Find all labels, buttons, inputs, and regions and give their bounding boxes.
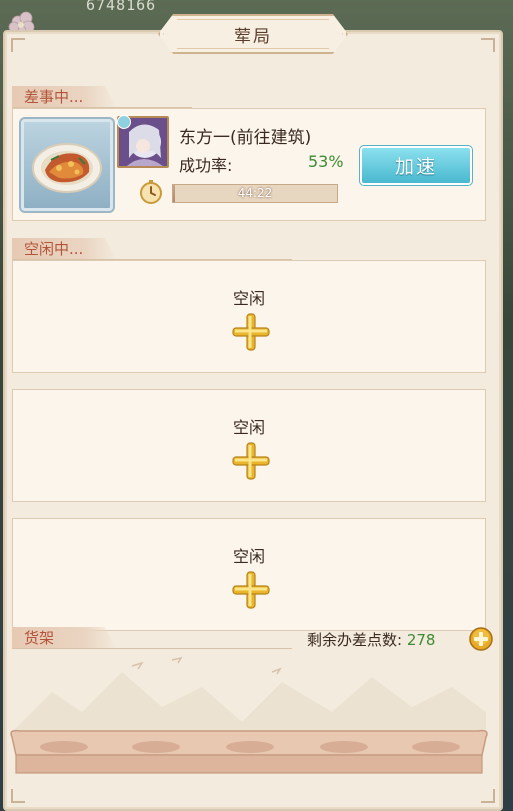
stopwatch-icon (140, 180, 162, 204)
idle-slot-label: 空闲 (232, 418, 265, 437)
window-title: 荤局 (234, 26, 272, 47)
idle-slot-1[interactable]: 空闲 (12, 260, 486, 373)
dish-icon (32, 143, 102, 193)
idle-slot-label: 空闲 (232, 289, 265, 308)
idle-slot-3[interactable]: 空闲 (12, 518, 486, 631)
shelf-board (10, 729, 488, 774)
remaining-points-label: 剩余办差点数: (307, 631, 403, 649)
section-tab-shelf: 货架 (12, 627, 117, 649)
idle-slot-2[interactable]: 空闲 (12, 389, 486, 502)
section-tab-busy: 差事中... (12, 86, 117, 108)
mountain-decoration (12, 656, 486, 732)
avatar-badge (117, 115, 131, 129)
idle-slot-label: 空闲 (232, 547, 265, 566)
task-progress-bar: 44:22 (172, 184, 338, 203)
remaining-points-value: 278 (406, 631, 436, 649)
plus-icon[interactable] (230, 311, 272, 353)
success-rate-value: 53% (308, 152, 344, 171)
task-timer: 44:22 (237, 186, 273, 200)
gold-plus-icon[interactable] (469, 627, 493, 651)
task-name: 东方一(前往建筑) (179, 128, 312, 148)
plus-icon[interactable] (230, 440, 272, 482)
plus-icon[interactable] (230, 569, 272, 611)
window-title-plate: 荤局 (158, 14, 348, 54)
remaining-points: 剩余办差点数: 278 (307, 629, 435, 650)
section-tab-idle: 空闲中... (12, 238, 117, 260)
speedup-button[interactable]: 加速 (359, 145, 473, 186)
busy-task-card: 东方一(前往建筑) 成功率: 53% 加速 44:22 (12, 108, 486, 221)
top-counter: 6748166 (86, 0, 157, 14)
dish-image[interactable] (19, 117, 115, 213)
success-rate-label: 成功率: (179, 156, 233, 175)
divider (12, 648, 292, 649)
